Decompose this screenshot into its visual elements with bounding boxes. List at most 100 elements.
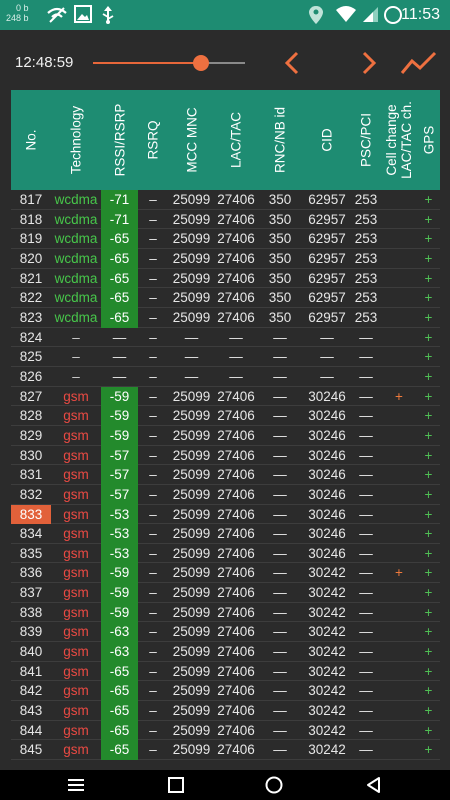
chart-line-icon[interactable] [400, 48, 438, 78]
cell-rsrq: – [149, 329, 157, 345]
table-row[interactable]: 844 gsm -65–25099 27406 — 30242 — + [11, 720, 440, 741]
cell-psc: — [359, 545, 373, 561]
menu-icon[interactable] [66, 775, 86, 795]
cell-no: 832 [19, 486, 43, 502]
cell-cell-change [381, 740, 417, 760]
cell-gps: + [424, 290, 433, 306]
cell-rsrq: – [149, 526, 157, 542]
cell-rsrq: – [149, 349, 157, 365]
header-label: Technology [68, 105, 84, 175]
table-row[interactable]: 837 gsm -59–25099 27406 — 30242 — + [11, 583, 440, 603]
table-row[interactable]: 832 gsm -57–25099 27406 — 30246 — + [11, 484, 440, 505]
table-row[interactable]: 842 gsm -65–25099 27406 — 30242 — + [11, 681, 440, 702]
cell-lac-tac: 27406 [217, 545, 255, 561]
table-row[interactable]: 828 gsm -59–25099 27406 — 30246 — + [11, 406, 440, 426]
cell-rnc: 350 [268, 231, 292, 247]
table-row[interactable]: 845 gsm -65–25099 27406 — 30242 — + [11, 740, 440, 761]
table-row[interactable]: 823 wcdma -65–25099 27406 350 62957 253 + [11, 307, 440, 328]
slider-thumb[interactable] [192, 55, 209, 71]
cell-gps: + [424, 722, 433, 738]
cell-technology: gsm [63, 565, 89, 581]
cell-psc: — [359, 722, 373, 738]
cell-technology: gsm [63, 486, 89, 502]
table-row[interactable]: 819 wcdma -65–25099 27406 350 62957 253 + [11, 229, 440, 249]
home-icon[interactable] [264, 775, 284, 795]
table-row[interactable]: 830 gsm -57–25099 27406 — 30246 — + [11, 445, 440, 466]
chevron-right-icon[interactable] [351, 48, 385, 78]
table-row[interactable]: 820 wcdma -65–25099 27406 350 62957 253 + [11, 248, 440, 269]
table-row[interactable]: 822 wcdma -65–25099 27406 350 62957 253 + [11, 288, 440, 308]
cell-mcc-mnc: 25099 [172, 211, 211, 227]
table-row[interactable]: 826 – — – — — — — — + [11, 367, 440, 387]
cell-rssi: -71 [101, 209, 138, 230]
cell-mcc-mnc: 25099 [172, 722, 211, 738]
cell-psc: 253 [354, 270, 378, 286]
cell-mcc-mnc: 25099 [172, 231, 211, 247]
cell-rnc: — [273, 388, 287, 404]
table-row[interactable]: 817 wcdma -71–25099 27406 350 62957 253 + [11, 190, 440, 210]
header-col-no: No. [11, 90, 51, 190]
cell-rnc: — [273, 349, 287, 365]
cell-rsrq: – [149, 742, 157, 758]
cell-no: 844 [19, 722, 43, 738]
cell-rssi: -59 [101, 602, 138, 623]
cell-rsrq: – [149, 467, 157, 483]
cell-lac-tac: — [229, 368, 243, 384]
cell-cid: 30242 [308, 585, 346, 601]
cell-no: 834 [19, 526, 43, 542]
cell-mcc-mnc: 25099 [172, 703, 211, 719]
header-label: No. [23, 129, 39, 151]
table-row[interactable]: 818 wcdma -71–25099 27406 350 62957 253 + [11, 209, 440, 230]
cell-psc: — [359, 486, 373, 502]
cell-psc: — [359, 585, 373, 601]
table-row[interactable]: 831 gsm -57–25099 27406 — 30246 — + [11, 465, 440, 485]
cell-no: 840 [19, 644, 43, 660]
table-row[interactable]: 840 gsm -63–25099 27406 — 30242 — + [11, 642, 440, 662]
cell-rssi: -65 [101, 248, 138, 269]
table-row[interactable]: 825 – — – — — — — — + [11, 347, 440, 367]
cell-lac-tac: 27406 [217, 683, 255, 699]
time-label: 12:48:59 [15, 54, 74, 71]
cell-rsrq: – [149, 427, 157, 443]
cell-psc: 253 [354, 309, 378, 325]
cell-technology: gsm [63, 467, 89, 483]
cell-mcc-mnc: 25099 [172, 388, 211, 404]
cell-cid: 30242 [308, 683, 346, 699]
cell-log-table: No. Technology RSSI/RSRP RSRQ MCC MNC LAC/TAC… [11, 90, 440, 761]
cell-gps: + [424, 703, 433, 719]
table-row[interactable]: 843 gsm -65–25099 27406 — 30242 — + [11, 701, 440, 721]
status-time: 11:53 [401, 6, 440, 23]
cell-psc: — [359, 506, 373, 522]
cell-rssi: -65 [101, 701, 138, 721]
table-row[interactable]: 835 gsm -53–25099 27406 — 30246 — + [11, 543, 440, 564]
recents-icon[interactable] [166, 775, 186, 795]
chevron-left-icon[interactable] [276, 48, 310, 78]
table-row[interactable]: 839 gsm -63–25099 27406 — 30242 — + [11, 622, 440, 643]
table-row[interactable]: 834 gsm -53–25099 27406 — 30246 — + [11, 524, 440, 544]
cell-technology: gsm [63, 545, 89, 561]
header-label: RSRQ [145, 120, 161, 160]
cell-rsrq: – [149, 486, 157, 502]
cell-mcc-mnc: 25099 [172, 192, 211, 207]
cell-rssi: -71 [101, 190, 138, 210]
cell-no: 845 [19, 742, 43, 758]
cell-cid: 30246 [308, 467, 346, 483]
time-slider[interactable] [93, 55, 245, 71]
table-row[interactable]: 821 wcdma -65–25099 27406 350 62957 253 + [11, 268, 440, 289]
cell-technology: gsm [63, 703, 89, 719]
cell-gps: + [424, 624, 433, 640]
table-row[interactable]: 841 gsm -65–25099 27406 — 30242 — + [11, 661, 440, 682]
table-row[interactable]: 833 gsm -53–25099 27406 — 30246 — + [11, 504, 440, 525]
table-row[interactable]: 836 gsm -59–25099 27406 — 30242 — + + [11, 563, 440, 584]
cell-cid: 30242 [308, 663, 346, 679]
cell-rssi: -63 [101, 642, 138, 662]
cell-psc: — [359, 447, 373, 463]
table-row[interactable]: 838 gsm -59–25099 27406 — 30242 — + [11, 602, 440, 623]
back-icon[interactable] [364, 775, 384, 795]
table-row[interactable]: 827 gsm -59–25099 27406 — 30246 — + + [11, 386, 440, 407]
cell-no: 839 [19, 624, 43, 640]
cell-rsrq: – [149, 585, 157, 601]
table-row[interactable]: 829 gsm -59–25099 27406 — 30246 — + [11, 425, 440, 446]
cell-psc: 253 [354, 192, 378, 207]
table-row[interactable]: 824 – — – — — — — — + [11, 328, 440, 348]
